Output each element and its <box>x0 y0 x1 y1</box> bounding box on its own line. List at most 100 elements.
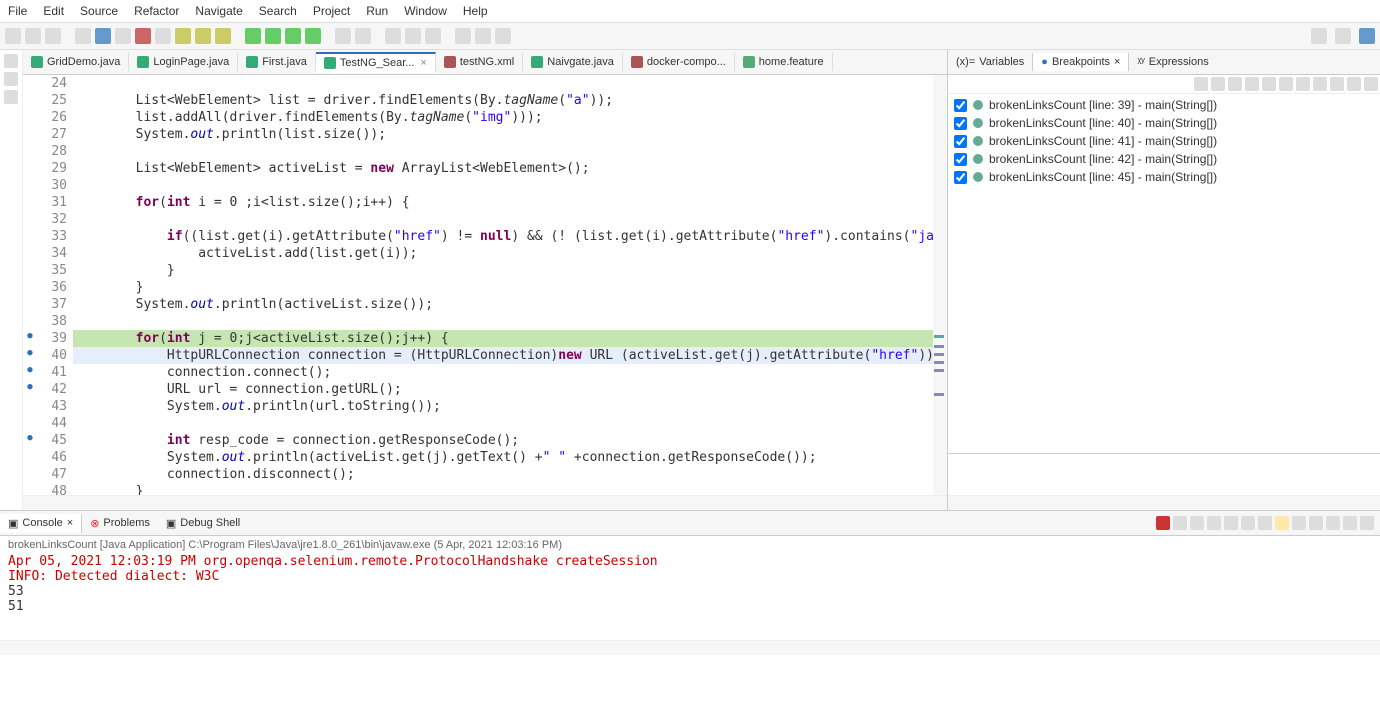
breakpoint-gutter[interactable]: ●●●●● <box>23 75 37 495</box>
menu-icon[interactable] <box>1330 77 1344 91</box>
code-area[interactable]: List<WebElement> list = driver.findEleme… <box>73 75 947 495</box>
menu-refactor[interactable]: Refactor <box>134 4 179 18</box>
menu-search[interactable]: Search <box>259 4 297 18</box>
tab-variables[interactable]: (x)=Variables <box>948 53 1032 71</box>
new-icon[interactable] <box>5 28 21 44</box>
menu-project[interactable]: Project <box>313 4 350 18</box>
tab-expressions[interactable]: ᵡʸExpressions <box>1129 53 1216 71</box>
show-when-output-icon[interactable] <box>1275 516 1289 530</box>
tab-breakpoints[interactable]: ●Breakpoints× <box>1032 53 1129 71</box>
toggle-mark-icon[interactable] <box>425 28 441 44</box>
menu-file[interactable]: File <box>8 4 27 18</box>
pin-icon[interactable] <box>495 28 511 44</box>
save-all-icon[interactable] <box>45 28 61 44</box>
remove-all-icon[interactable] <box>1211 77 1225 91</box>
resume-icon[interactable] <box>95 28 111 44</box>
java-perspective-icon[interactable] <box>1359 28 1375 44</box>
quick-access-icon[interactable] <box>1311 28 1327 44</box>
editor-tab[interactable]: First.java <box>238 53 316 71</box>
step-return-icon[interactable] <box>215 28 231 44</box>
step-into-icon[interactable] <box>175 28 191 44</box>
word-wrap-icon[interactable] <box>1241 516 1255 530</box>
skip-all-icon[interactable] <box>1262 77 1276 91</box>
debug-icon[interactable] <box>265 28 281 44</box>
menu-navigate[interactable]: Navigate <box>195 4 242 18</box>
open-console-icon[interactable] <box>1326 516 1340 530</box>
new-java-class-icon[interactable] <box>335 28 351 44</box>
save-icon[interactable] <box>25 28 41 44</box>
breakpoint-checkbox[interactable] <box>954 117 967 130</box>
menu-window[interactable]: Window <box>404 4 447 18</box>
menu-run[interactable]: Run <box>366 4 388 18</box>
editor-tab[interactable]: GridDemo.java <box>23 53 129 71</box>
open-type-icon[interactable] <box>385 28 401 44</box>
breakpoint-checkbox[interactable] <box>954 171 967 184</box>
pin-console-icon[interactable] <box>1258 516 1272 530</box>
remove-launch-icon[interactable] <box>1173 516 1187 530</box>
breakpoint-item[interactable]: brokenLinksCount [line: 41] - main(Strin… <box>950 132 1378 150</box>
editor-h-scrollbar[interactable] <box>23 495 947 510</box>
link-icon[interactable] <box>1313 77 1327 91</box>
tab-console[interactable]: ▣Console× <box>0 514 82 533</box>
maximize-icon[interactable] <box>1364 77 1378 91</box>
editor-tab[interactable]: docker-compo... <box>623 53 735 71</box>
breakpoint-item[interactable]: brokenLinksCount [line: 39] - main(Strin… <box>950 96 1378 114</box>
skip-breakpoints-icon[interactable] <box>75 28 91 44</box>
display-selected-icon[interactable] <box>1309 516 1323 530</box>
minimize-icon[interactable] <box>1347 77 1361 91</box>
outline-icon[interactable] <box>4 90 18 104</box>
new-package-icon[interactable] <box>355 28 371 44</box>
run-last-icon[interactable] <box>305 28 321 44</box>
expand-all-icon[interactable] <box>1279 77 1293 91</box>
menu-source[interactable]: Source <box>80 4 118 18</box>
tab-debug-shell[interactable]: ▣Debug Shell <box>158 514 248 533</box>
step-over-icon[interactable] <box>195 28 211 44</box>
breakpoint-item[interactable]: brokenLinksCount [line: 45] - main(Strin… <box>950 168 1378 186</box>
suspend-icon[interactable] <box>115 28 131 44</box>
maximize-icon[interactable] <box>1360 516 1374 530</box>
remove-all-terminated-icon[interactable] <box>1190 516 1204 530</box>
editor-tab[interactable]: Naivgate.java <box>523 53 623 71</box>
breakpoint-checkbox[interactable] <box>954 99 967 112</box>
close-icon[interactable]: × <box>420 57 426 69</box>
open-perspective-icon[interactable] <box>1335 28 1351 44</box>
overview-ruler[interactable] <box>933 75 947 495</box>
editor-tab[interactable]: testNG.xml <box>436 53 523 71</box>
search-icon[interactable] <box>405 28 421 44</box>
collapse-all-icon[interactable] <box>1296 77 1310 91</box>
disconnect-icon[interactable] <box>155 28 171 44</box>
run-icon[interactable] <box>245 28 261 44</box>
menu-help[interactable]: Help <box>463 4 488 18</box>
package-explorer-icon[interactable] <box>4 72 18 86</box>
terminate-icon[interactable] <box>1156 516 1170 530</box>
breakpoint-item[interactable]: brokenLinksCount [line: 40] - main(Strin… <box>950 114 1378 132</box>
editor-tab[interactable]: home.feature <box>735 53 833 71</box>
editor-tab[interactable]: TestNG_Sear...× <box>316 52 436 73</box>
restore-view-icon[interactable] <box>4 54 18 68</box>
terminate-icon[interactable] <box>135 28 151 44</box>
remove-selected-icon[interactable] <box>1194 77 1208 91</box>
forward-icon[interactable] <box>475 28 491 44</box>
close-icon[interactable]: × <box>67 517 73 529</box>
minimize-icon[interactable] <box>1343 516 1357 530</box>
console-output[interactable]: Apr 05, 2021 12:03:19 PM org.openqa.sele… <box>0 554 1380 640</box>
right-panel: (x)=Variables ●Breakpoints× ᵡʸExpression… <box>947 50 1380 510</box>
console-h-scrollbar[interactable] <box>0 640 1380 655</box>
show-supported-icon[interactable] <box>1228 77 1242 91</box>
breakpoint-checkbox[interactable] <box>954 153 967 166</box>
tab-problems[interactable]: ⊗Problems <box>82 514 158 533</box>
back-icon[interactable] <box>455 28 471 44</box>
breakpoints-list[interactable]: brokenLinksCount [line: 39] - main(Strin… <box>948 94 1380 453</box>
coverage-icon[interactable] <box>285 28 301 44</box>
breakpoint-item[interactable]: brokenLinksCount [line: 42] - main(Strin… <box>950 150 1378 168</box>
goto-file-icon[interactable] <box>1245 77 1259 91</box>
editor-body[interactable]: ●●●●● 2425262728293031323334353637383940… <box>23 75 947 495</box>
breakpoint-checkbox[interactable] <box>954 135 967 148</box>
close-icon[interactable]: × <box>1114 56 1120 68</box>
editor-tab[interactable]: LoginPage.java <box>129 53 238 71</box>
menu-edit[interactable]: Edit <box>43 4 64 18</box>
scroll-lock-icon[interactable] <box>1224 516 1238 530</box>
show-when-error-icon[interactable] <box>1292 516 1306 530</box>
detail-h-scrollbar[interactable] <box>948 495 1380 510</box>
clear-console-icon[interactable] <box>1207 516 1221 530</box>
